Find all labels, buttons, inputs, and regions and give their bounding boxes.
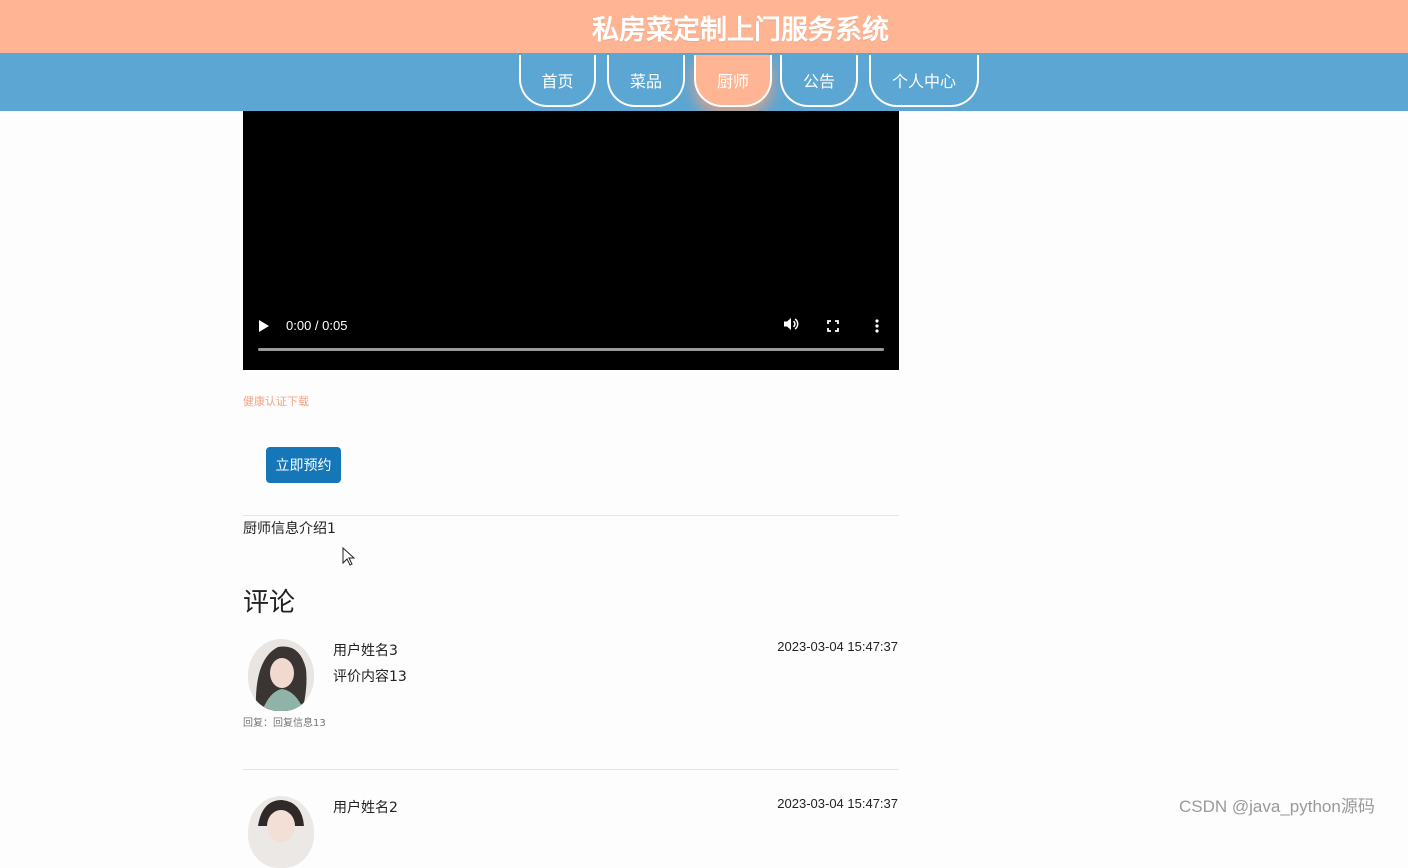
avatar [248,796,314,868]
mouse-cursor-icon [342,547,356,566]
divider [243,769,899,770]
comment-time: 2023-03-04 15:47:37 [777,639,898,654]
play-icon[interactable] [259,320,269,332]
comment-user-name: 用户姓名3 [333,643,398,659]
nav-item-profile[interactable]: 个人中心 [869,55,979,107]
more-options-icon[interactable] [875,319,879,333]
nav-item-chef[interactable]: 厨师 [694,55,772,107]
book-now-button[interactable]: 立即预约 [266,447,341,483]
watermark: CSDN @java_python源码 [1179,797,1375,816]
chef-intro: 厨师信息介绍1 [243,521,336,537]
fullscreen-icon[interactable] [827,320,839,332]
comments-heading: 评论 [243,588,296,618]
main-nav: 首页 菜品 厨师 公告 个人中心 [0,53,1408,111]
video-progress-bar[interactable] [258,348,884,351]
video-time: 0:00 / 0:05 [286,318,348,333]
video-player[interactable]: 0:00 / 0:05 [243,111,899,370]
site-header: 私房菜定制上门服务系统 [0,0,1408,53]
volume-icon[interactable] [783,316,799,332]
site-title: 私房菜定制上门服务系统 [592,15,889,46]
nav-item-notice[interactable]: 公告 [780,55,858,107]
nav-item-dishes[interactable]: 菜品 [607,55,685,107]
comment-reply: 回复：回复信息13 [243,718,326,729]
divider [243,515,899,516]
nav-item-home[interactable]: 首页 [519,55,596,107]
comment-time: 2023-03-04 15:47:37 [777,796,898,811]
comment-content: 评价内容13 [333,669,407,685]
health-cert-download-link[interactable]: 健康认证下载 [243,393,309,409]
comment-user-name: 用户姓名2 [333,800,398,816]
avatar [248,639,314,711]
